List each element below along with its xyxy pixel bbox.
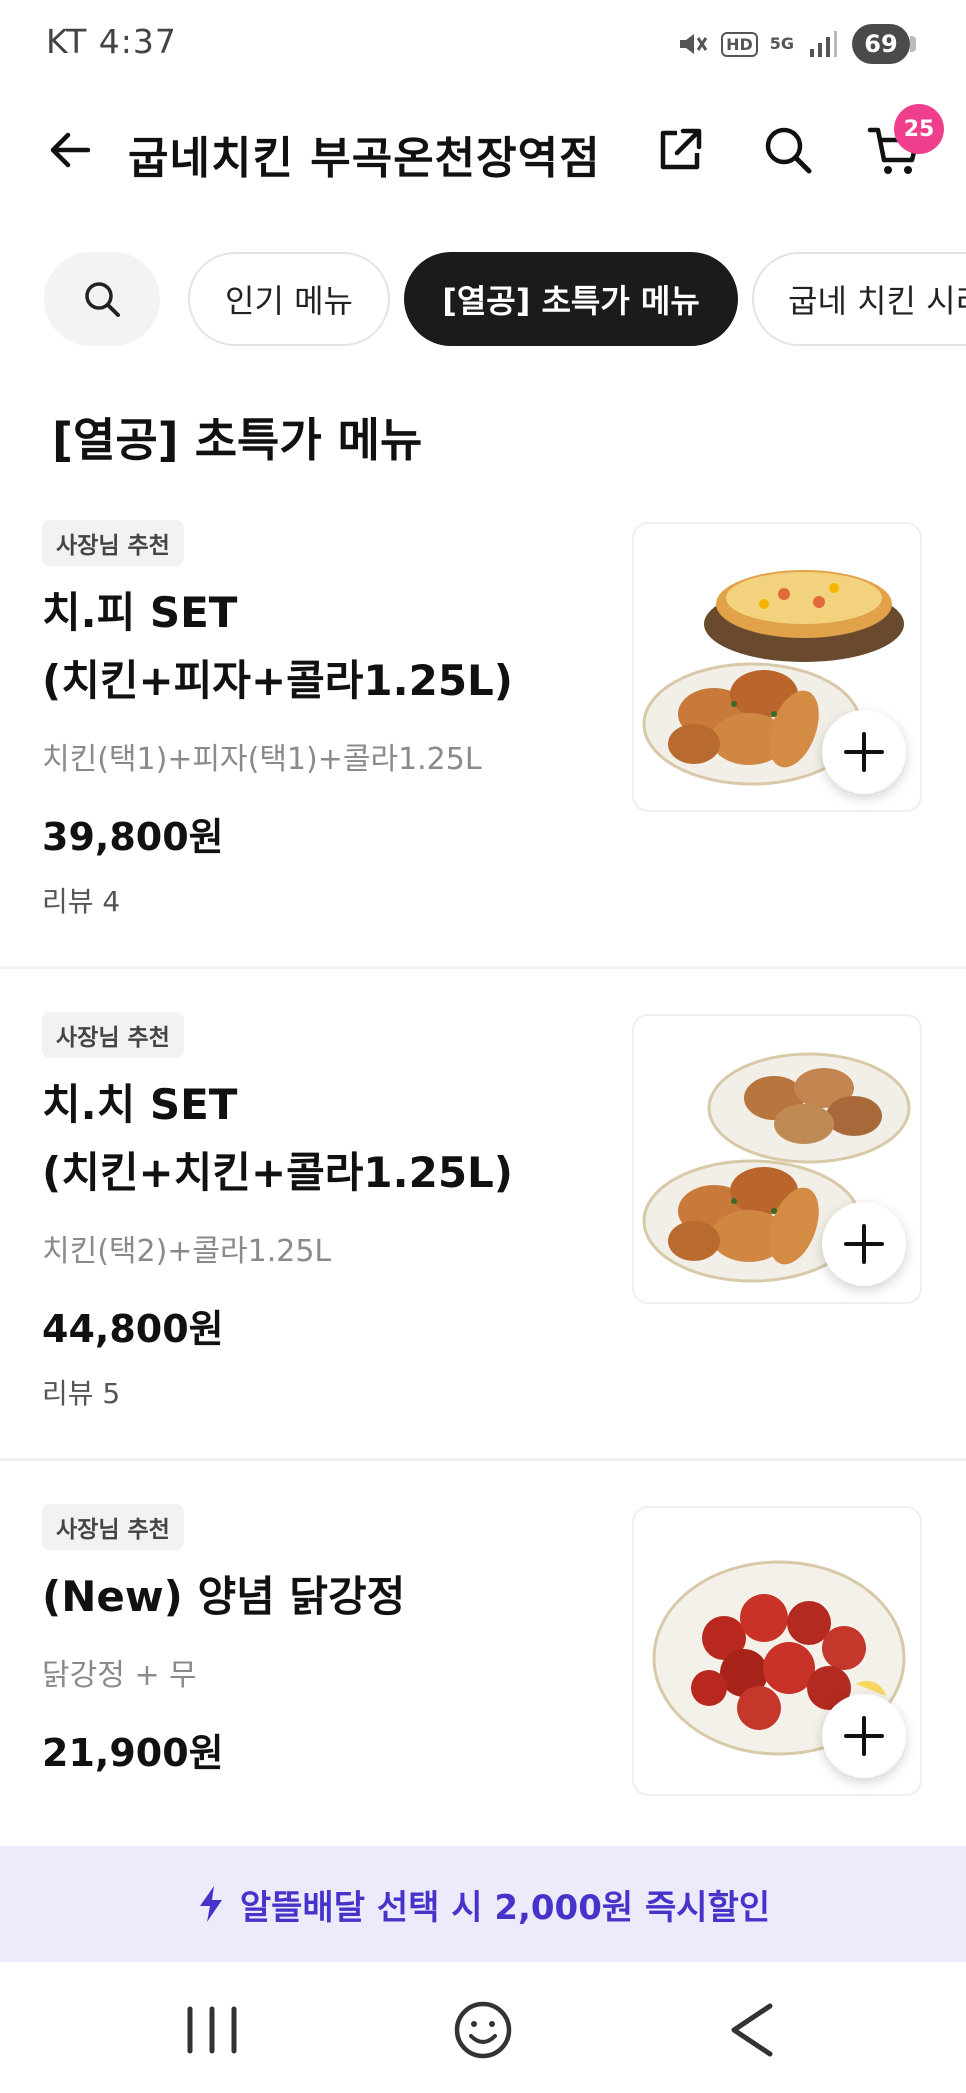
recent-apps-button[interactable] [172, 1990, 252, 2070]
divider [0, 1458, 966, 1461]
search-icon [765, 127, 812, 174]
mute-icon [675, 27, 709, 61]
share-icon [660, 128, 702, 170]
add-to-cart-button[interactable] [822, 1694, 906, 1778]
item-price: 44,800원 [42, 1307, 224, 1351]
item-name-line2: (치킨+치킨+콜라1.25L) [42, 1148, 514, 1197]
tab-goobne-chicken-series[interactable]: 굽네 치킨 시리즈 [752, 252, 966, 346]
plus-icon [844, 1224, 884, 1264]
store-title: 굽네치킨 부곡온천장역점 [128, 133, 601, 184]
item-name-line2: (치킨+피자+콜라1.25L) [42, 656, 514, 705]
recommend-badge: 사장님 추천 [42, 1012, 184, 1058]
add-to-cart-button[interactable] [822, 1202, 906, 1286]
back-button[interactable] [38, 118, 102, 182]
item-description: 닭강정 + 무 [42, 1658, 197, 1693]
item-price: 39,800원 [42, 815, 224, 859]
top-app-bar: 굽네치킨 부곡온천장역점 25 [0, 100, 966, 200]
menu-search-button[interactable] [44, 252, 160, 346]
search-button[interactable] [756, 118, 820, 182]
signal-icon [806, 27, 840, 61]
app-screen: KT 4:37 HD 5G 69 굽네치킨 부곡온천장역점 25 인기 메뉴 [… [0, 0, 966, 2093]
home-button[interactable] [443, 1990, 523, 2070]
item-review-count[interactable]: 리뷰 5 [42, 1372, 120, 1412]
recommend-badge: 사장님 추천 [42, 520, 184, 566]
add-to-cart-button[interactable] [822, 710, 906, 794]
cart-count-badge: 25 [894, 104, 944, 154]
status-time: KT 4:37 [46, 22, 177, 61]
status-icons: HD 5G 69 [675, 24, 916, 64]
item-description: 치킨(택1)+피자(택1)+콜라1.25L [42, 742, 482, 777]
item-description: 치킨(택2)+콜라1.25L [42, 1234, 332, 1269]
network-5g-icon: 5G [769, 34, 794, 53]
category-tabs: 인기 메뉴 [열공] 초특가 메뉴 굽네 치킨 시리즈 [0, 250, 966, 350]
tab-popular-menu[interactable]: 인기 메뉴 [188, 252, 390, 346]
item-price: 21,900원 [42, 1731, 224, 1775]
battery-icon: 69 [852, 24, 916, 64]
system-nav-bar [0, 1962, 966, 2093]
cart-button[interactable]: 25 [862, 104, 944, 182]
promo-text: 알뜰배달 선택 시 2,000원 즉시할인 [239, 1887, 771, 1928]
search-icon [85, 282, 120, 317]
plus-icon [844, 1716, 884, 1756]
arrow-left-icon [50, 132, 91, 168]
tab-special-deal-menu[interactable]: [열공] 초특가 메뉴 [404, 252, 738, 346]
recommend-badge: 사장님 추천 [42, 1504, 184, 1550]
status-bar: KT 4:37 HD 5G 69 [0, 0, 966, 90]
share-button[interactable] [648, 118, 712, 182]
plus-icon [844, 732, 884, 772]
divider [0, 966, 966, 969]
delivery-discount-banner[interactable]: 알뜰배달 선택 시 2,000원 즉시할인 [0, 1846, 966, 1962]
recent-apps-icon [187, 2006, 237, 2054]
home-icon [454, 2001, 512, 2059]
item-review-count[interactable]: 리뷰 4 [42, 880, 120, 920]
hd-icon: HD [721, 31, 758, 57]
item-name-line1: 치.피 SET [42, 588, 238, 637]
item-name: (New) 양념 닭강정 [42, 1572, 406, 1621]
item-name-line1: 치.치 SET [42, 1080, 238, 1129]
chevron-left-icon [731, 2003, 773, 2057]
back-nav-button[interactable] [712, 1990, 792, 2070]
section-title: [열공] 초특가 메뉴 [52, 413, 423, 467]
lightning-icon [199, 1886, 222, 1922]
